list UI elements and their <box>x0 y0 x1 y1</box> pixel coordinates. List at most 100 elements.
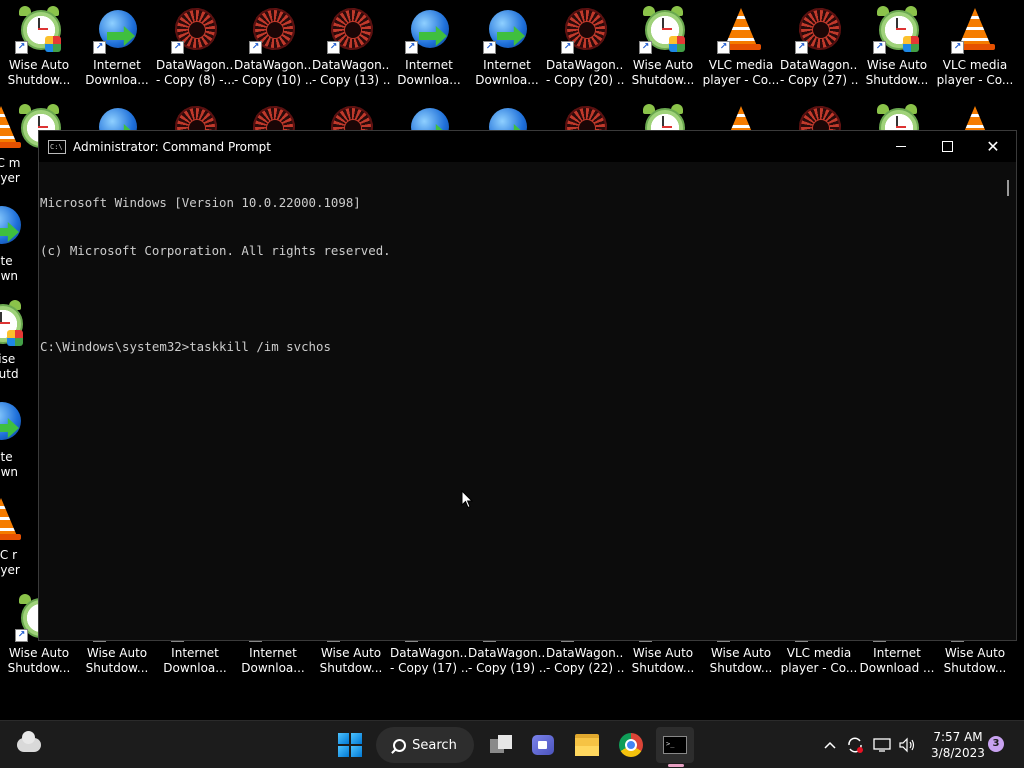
start-button[interactable] <box>333 727 367 763</box>
desktop-shortcut[interactable]: ↗ Wise AutoShutdow... <box>858 0 936 92</box>
shortcut-label-line2: Downloa... <box>85 73 149 87</box>
shortcut-label-line2: player - Co... <box>702 73 780 87</box>
notification-badge[interactable]: 3 <box>988 736 1004 752</box>
shortcut-label-line2: Down <box>0 465 18 479</box>
task-view-button[interactable] <box>484 727 518 763</box>
taskbar: Search >_ 7:57 AM 3/8/2023 <box>0 720 1024 768</box>
shortcut-label-line1: DataWagon... <box>312 58 390 72</box>
desktop-shortcut[interactable]: ↗ DataWagon... - Copy (20) ... <box>546 0 624 92</box>
show-hidden-icons-button[interactable] <box>820 727 840 763</box>
shortcut-label-line2: Shutdow... <box>85 661 149 675</box>
shortcut-label-line2: Shutdow... <box>865 73 929 87</box>
shortcut-label-line2: Downloa... <box>241 661 305 675</box>
sync-icon <box>848 737 863 753</box>
shortcut-label-line1: DataWagon.... <box>156 58 234 72</box>
desktop-shortcut[interactable]: ↗ InternetDownloa... <box>390 0 468 92</box>
cloud-icon <box>17 731 41 752</box>
wise-auto-shutdown-icon: ↗ <box>0 300 25 348</box>
shortcut-label-line1: VLC media <box>942 58 1008 72</box>
shortcut-label-line1: Inte <box>0 254 13 268</box>
datawagon-icon: ↗ <box>249 6 297 54</box>
shortcut-label-line2: - Copy (13) ... <box>312 73 390 87</box>
desktop-shortcut[interactable]: ↗ InteDown <box>0 196 40 288</box>
internet-download-manager-icon: ↗ <box>0 202 25 250</box>
chrome-button[interactable] <box>614 727 648 763</box>
scrollbar-thumb[interactable] <box>1007 180 1009 196</box>
speaker-icon <box>899 737 915 753</box>
chevron-up-icon <box>824 741 836 749</box>
shortcut-label-line2: Shutdow... <box>631 661 695 675</box>
desktop-shortcut[interactable]: ↗ InternetDownloa... <box>78 0 156 92</box>
shortcut-label-line1: Wise Auto <box>866 58 928 72</box>
vlc-icon: ↗ <box>0 104 25 152</box>
desktop-shortcut[interactable]: ↗ DataWagon... - Copy (27) ... <box>780 0 858 92</box>
shortcut-label-line1: Internet <box>93 58 141 72</box>
file-explorer-button[interactable] <box>570 727 604 763</box>
minimize-icon <box>896 146 906 147</box>
datawagon-icon: ↗ <box>171 6 219 54</box>
datawagon-icon: ↗ <box>327 6 375 54</box>
shortcut-label-line2: - Copy (19) ... <box>468 661 546 675</box>
shortcut-label-line1: DataWagon... <box>546 58 624 72</box>
display-tray-icon[interactable] <box>870 727 894 763</box>
shortcut-label-line2: - Copy (17) ... <box>390 661 468 675</box>
shortcut-label-line1: Wise Auto <box>320 646 382 660</box>
window-titlebar[interactable]: C:\ Administrator: Command Prompt ✕ <box>39 131 1016 162</box>
console-line: Microsoft Windows [Version 10.0.22000.10… <box>40 195 361 210</box>
desktop-shortcut[interactable]: ↗ VLC mediaplayer - Co... <box>702 0 780 92</box>
shortcut-label-line2: - Copy (8) -... <box>156 73 234 87</box>
shortcut-label-line2: Downloa... <box>397 73 461 87</box>
teams-chat-button[interactable] <box>526 727 560 763</box>
desktop-shortcut[interactable]: ↗ Wise AutoShutdow... <box>624 0 702 92</box>
shortcut-label-line1: DataWagon... <box>234 58 312 72</box>
internet-download-manager-icon: ↗ <box>0 398 25 446</box>
shortcut-label-line1: DataWagon... <box>780 58 858 72</box>
vlc-icon: ↗ <box>717 6 765 54</box>
taskbar-search-button[interactable]: Search <box>376 727 474 763</box>
desktop-shortcut[interactable]: ↗ WiseShutd <box>0 294 40 386</box>
shortcut-label-line2: - Copy (20) ... <box>546 73 624 87</box>
shortcut-label-line2: player - Co... <box>936 73 1014 87</box>
desktop-shortcut[interactable]: ↗ Wise AutoShutdow... <box>0 0 78 92</box>
desktop-shortcut[interactable]: ↗ InternetDownloa... <box>468 0 546 92</box>
desktop-shortcut[interactable]: ↗ VLC mplayer <box>0 98 40 190</box>
shortcut-label-line1: Internet <box>873 646 921 660</box>
weather-widget-button[interactable] <box>12 727 46 763</box>
shortcut-label-line2: player <box>0 171 20 185</box>
desktop-shortcut[interactable]: ↗ InteDown <box>0 392 40 484</box>
shortcut-label-line2: Shutd <box>0 367 19 381</box>
shortcut-label-line1: Wise Auto <box>8 646 70 660</box>
command-input-line[interactable]: C:\Windows\system32>taskkill /im svchos <box>40 339 1000 355</box>
shortcut-label-line1: Inte <box>0 450 13 464</box>
shortcut-label-line1: DataWagon... <box>546 646 624 660</box>
wise-auto-shutdown-icon: ↗ <box>873 6 921 54</box>
volume-tray-icon[interactable] <box>896 727 918 763</box>
monitor-icon <box>873 738 891 752</box>
command-prompt-taskbar-button[interactable]: >_ <box>656 727 694 763</box>
shortcut-label-line2: Shutdow... <box>319 661 383 675</box>
desktop-shortcut[interactable]: ↗ DataWagon.... - Copy (8) -... <box>156 0 234 92</box>
shortcut-label-line2: Shutdow... <box>631 73 695 87</box>
shortcut-label-line2: Shutdow... <box>7 661 71 675</box>
shortcut-label-line2: - Copy (22) ... <box>546 661 624 675</box>
close-button[interactable]: ✕ <box>970 131 1016 162</box>
vertical-scrollbar[interactable] <box>1000 162 1016 640</box>
shortcut-label-line2: Downloa... <box>475 73 539 87</box>
shortcut-label-line1: Wise Auto <box>632 646 694 660</box>
desktop-shortcut[interactable]: ↗ VLC rplayer <box>0 490 40 582</box>
shortcut-label-line2: Down <box>0 269 18 283</box>
shortcut-label-line2: - Copy (27) ... <box>780 73 858 87</box>
desktop-shortcut[interactable]: ↗ DataWagon... - Copy (13) ... <box>312 0 390 92</box>
maximize-button[interactable] <box>924 131 970 162</box>
console-output[interactable]: Microsoft Windows [Version 10.0.22000.10… <box>39 162 1000 640</box>
network-sync-tray-icon[interactable] <box>844 727 866 763</box>
close-icon: ✕ <box>986 136 1000 156</box>
desktop-shortcut[interactable]: ↗ VLC mediaplayer - Co... <box>936 0 1014 92</box>
minimize-button[interactable] <box>878 131 924 162</box>
desktop-shortcut[interactable]: ↗ DataWagon... - Copy (10) ... <box>234 0 312 92</box>
active-app-indicator <box>668 764 684 767</box>
command-prompt-window[interactable]: C:\ Administrator: Command Prompt ✕ Micr… <box>38 130 1017 641</box>
shortcut-label-line1: Wise Auto <box>8 58 70 72</box>
system-clock[interactable]: 7:57 AM 3/8/2023 <box>925 729 991 761</box>
clock-time: 7:57 AM <box>933 730 983 744</box>
